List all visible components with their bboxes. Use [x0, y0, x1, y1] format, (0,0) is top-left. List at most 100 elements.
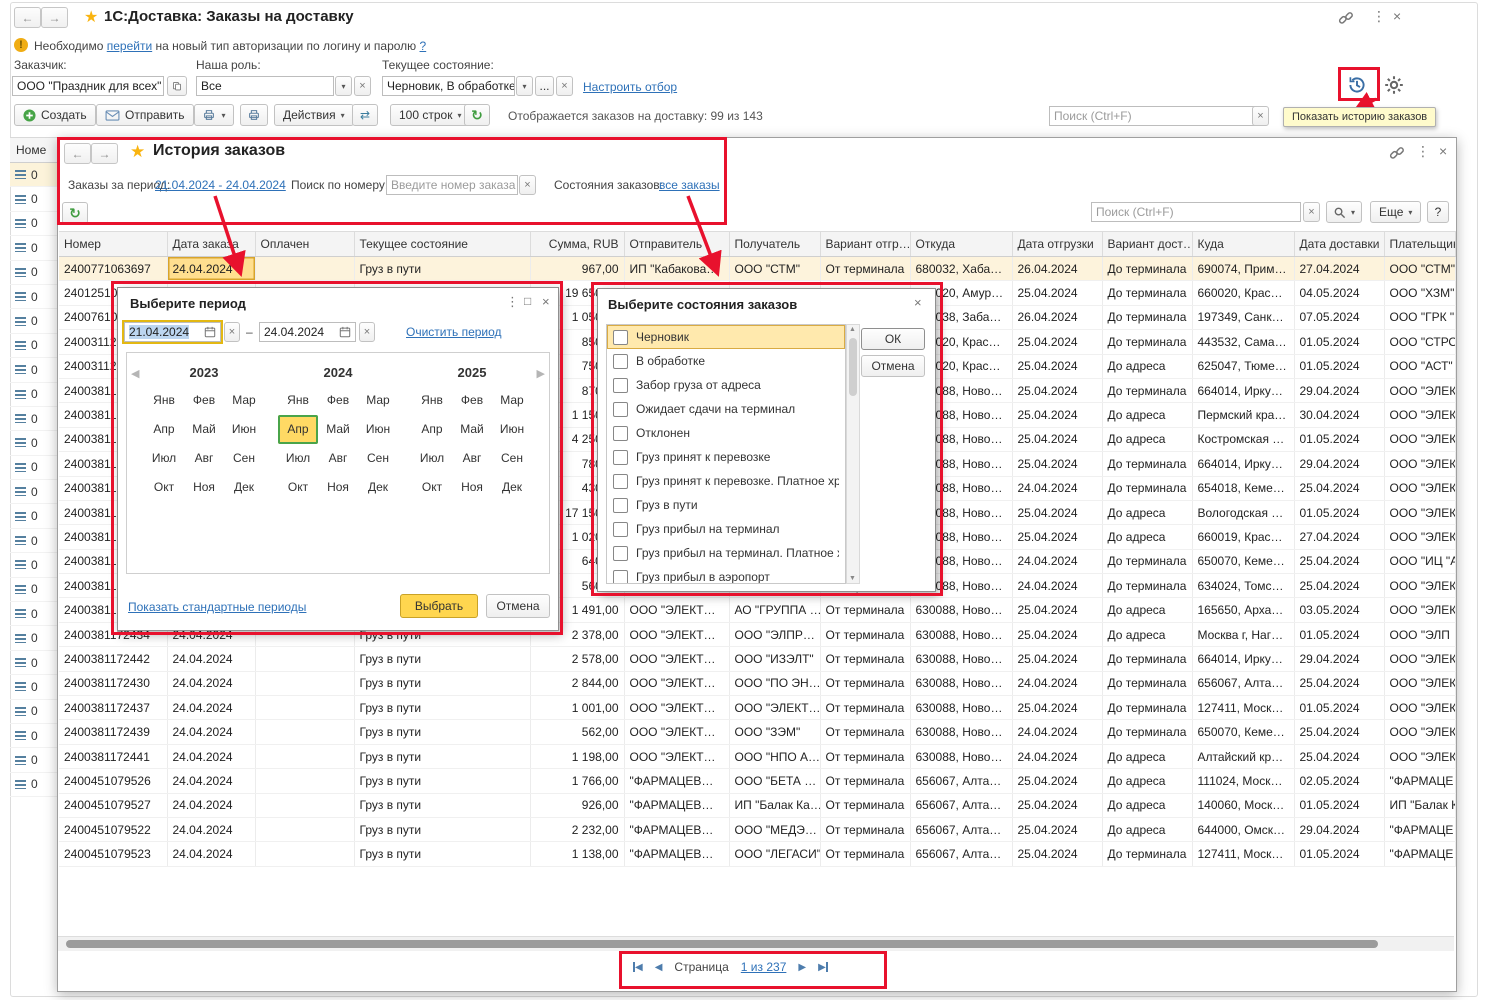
select-button[interactable]: Выбрать [400, 594, 478, 618]
state-item[interactable]: Забор груза от адреса [607, 373, 845, 397]
calendar-month-cell[interactable]: Янв [412, 386, 452, 415]
column-header[interactable]: Отправитель [624, 232, 729, 257]
main-left-row[interactable]: 0 [10, 212, 57, 236]
main-table-number-header[interactable]: Номе [10, 137, 57, 163]
calendar-month-cell[interactable]: Фев [184, 386, 224, 415]
main-left-row[interactable]: 0 [10, 383, 57, 407]
scrollbar-thumb[interactable] [849, 338, 857, 396]
history-back-button[interactable]: ← [64, 143, 91, 164]
page-link[interactable]: 1 из 237 [741, 960, 787, 974]
state-clear-button[interactable]: × [556, 76, 573, 96]
state-item[interactable]: Черновик [607, 325, 845, 349]
main-left-row[interactable]: 0 [10, 334, 57, 358]
create-button[interactable]: Создать [14, 104, 96, 126]
checkbox[interactable] [613, 498, 628, 513]
table-row[interactable]: 2400451079526 24.04.2024 Груз в пути 1 7… [59, 769, 1455, 793]
checkbox[interactable] [613, 570, 628, 585]
calendar-month-cell[interactable]: Фев [452, 386, 492, 415]
calendar-month-cell[interactable]: Ноя [318, 473, 358, 502]
main-left-row[interactable]: 0 [10, 431, 57, 455]
main-left-row[interactable]: 0 [10, 285, 57, 309]
main-left-row[interactable]: 0 [10, 187, 57, 211]
calendar-month-cell[interactable]: Авг [184, 444, 224, 473]
next-page-button[interactable]: ▶ [798, 962, 806, 973]
main-left-row[interactable]: 0 [10, 651, 57, 675]
send-button[interactable]: Отправить [96, 104, 194, 126]
role-clear-button[interactable]: × [354, 76, 371, 96]
clear-period-link[interactable]: Очистить период [406, 325, 502, 339]
state-item[interactable]: Груз принят к перевозке [607, 445, 845, 469]
state-more-button[interactable]: ... [535, 76, 554, 96]
main-left-row[interactable]: 0 [10, 236, 57, 260]
help-button[interactable]: ? [1427, 201, 1449, 223]
back-button[interactable]: ← [14, 7, 41, 28]
search-options-button[interactable]: ▾ [1326, 201, 1362, 223]
checkbox[interactable] [613, 426, 628, 441]
date-from-clear-button[interactable]: × [224, 322, 240, 342]
main-left-row[interactable]: 0 [10, 553, 57, 577]
column-header[interactable]: Номер [59, 232, 167, 257]
calendar-month-cell[interactable]: Окт [278, 473, 318, 502]
date-to-clear-button[interactable]: × [359, 322, 375, 342]
main-left-row[interactable]: 0 [10, 480, 57, 504]
calendar-month-cell[interactable]: Мар [492, 386, 532, 415]
calendar-month-cell[interactable]: Авг [318, 444, 358, 473]
table-row[interactable]: 2400451079527 24.04.2024 Груз в пути 926… [59, 793, 1455, 817]
checkbox[interactable] [613, 378, 628, 393]
column-header[interactable]: Вариант отгр… [820, 232, 910, 257]
calendar-month-cell[interactable]: Июл [144, 444, 184, 473]
calendar-month-cell[interactable]: Дек [358, 473, 398, 502]
calendar-month-cell[interactable]: Сен [492, 444, 532, 473]
main-left-row[interactable]: 0 [10, 407, 57, 431]
table-row[interactable]: 2400451079522 24.04.2024 Груз в пути 2 2… [59, 817, 1455, 841]
calendar-month-cell[interactable]: Окт [144, 473, 184, 502]
ok-button[interactable]: ОК [861, 328, 925, 350]
calendar-month-cell[interactable]: Дек [492, 473, 532, 502]
favorite-star-icon[interactable]: ★ [130, 142, 145, 162]
more-menu-icon[interactable]: ⋮ [1372, 8, 1386, 25]
table-row[interactable]: 2400381172430 24.04.2024 Груз в пути 2 8… [59, 671, 1455, 695]
scroll-down-icon[interactable]: ▼ [849, 575, 856, 582]
calendar-month-cell[interactable]: Июн [358, 415, 398, 444]
more-button[interactable]: Еще▾ [1370, 201, 1421, 223]
column-header[interactable]: Откуда [910, 232, 1012, 257]
state-item[interactable]: Груз прибыл в аэропорт [607, 565, 845, 584]
get-link-icon[interactable] [1389, 145, 1405, 164]
table-row[interactable]: 2400381172442 24.04.2024 Груз в пути 2 5… [59, 647, 1455, 671]
calendar-month-cell[interactable]: Мар [224, 386, 264, 415]
column-header[interactable]: Вариант дост… [1102, 232, 1192, 257]
main-left-row[interactable]: 0 [10, 504, 57, 528]
calendar-month-cell[interactable]: Май [184, 415, 224, 444]
more-menu-icon[interactable]: ⋮ [506, 294, 519, 310]
table-row[interactable]: 2400381172437 24.04.2024 Груз в пути 1 0… [59, 696, 1455, 720]
checkbox[interactable] [613, 450, 628, 465]
column-header[interactable]: Дата отгрузки [1012, 232, 1102, 257]
state-item[interactable]: В обработке [607, 349, 845, 373]
table-row[interactable]: 2400381172439 24.04.2024 Груз в пути 562… [59, 720, 1455, 744]
favorite-star-icon[interactable]: ★ [84, 7, 98, 27]
maximize-icon[interactable]: □ [524, 294, 531, 308]
number-search-clear-button[interactable]: × [519, 175, 536, 195]
checkbox[interactable] [613, 354, 628, 369]
calendar-month-cell[interactable]: Янв [278, 386, 318, 415]
calendar-month-cell[interactable]: Окт [412, 473, 452, 502]
role-dropdown-button[interactable]: ▾ [335, 76, 352, 96]
states-scrollbar[interactable]: ▲ ▼ [846, 324, 860, 584]
main-left-row[interactable]: 0 [10, 724, 57, 748]
main-left-row[interactable]: 0 [10, 675, 57, 699]
calendar-month-cell[interactable]: Май [452, 415, 492, 444]
standard-periods-link[interactable]: Показать стандартные периоды [128, 600, 306, 614]
get-link-icon[interactable] [1338, 10, 1354, 29]
calendar-month-cell[interactable]: Ноя [184, 473, 224, 502]
calendar-month-cell[interactable]: Янв [144, 386, 184, 415]
main-left-row[interactable]: 0 [10, 748, 57, 772]
states-link[interactable]: все заказы [659, 178, 720, 192]
state-item[interactable]: Груз прибыл на терминал [607, 517, 845, 541]
history-refresh-button[interactable]: ↻ [62, 202, 88, 224]
period-link[interactable]: 21.04.2024 - 24.04.2024 [155, 178, 286, 192]
column-header[interactable]: Получатель [729, 232, 820, 257]
calendar-month-cell[interactable]: Сен [358, 444, 398, 473]
table-row[interactable]: 2400771063697 24.04.2024 Груз в пути 967… [59, 257, 1455, 281]
customer-input[interactable]: ООО "Праздник для всех" [12, 76, 164, 96]
main-left-row[interactable]: 0 [10, 626, 57, 650]
